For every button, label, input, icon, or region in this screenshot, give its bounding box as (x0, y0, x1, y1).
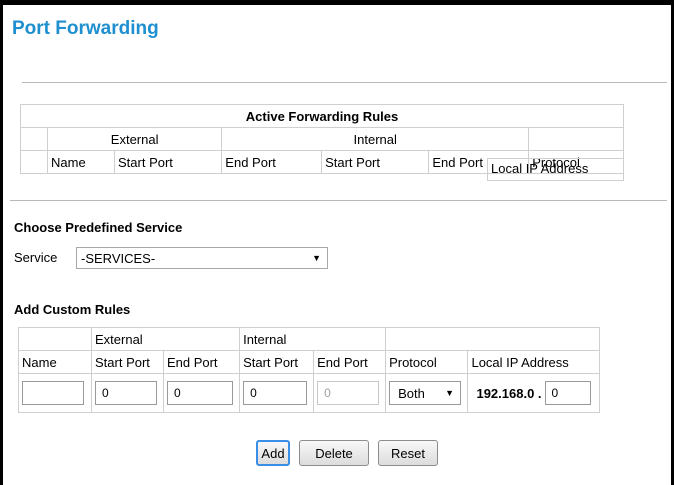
window-top-edge (0, 0, 674, 5)
table-cell: Both ▼ (385, 373, 469, 413)
service-select[interactable]: -SERVICES- ▼ (76, 247, 328, 269)
internal-end-port-input (317, 381, 380, 405)
table-cell (239, 373, 315, 413)
service-label: Service (14, 250, 58, 265)
table-cell (20, 127, 48, 151)
table-cell (313, 373, 387, 413)
ip-prefix: 192.168.0 . (476, 385, 542, 401)
external-group-header: External (90, 327, 241, 351)
table-cell (18, 373, 92, 413)
internal-group-header: Internal (239, 327, 387, 351)
column-header: Protocol (385, 350, 469, 374)
protocol-select[interactable]: Both ▼ (389, 381, 462, 405)
service-selected-value: -SERVICES- (81, 251, 156, 266)
window-left-border (0, 0, 3, 485)
table-cell (528, 127, 624, 151)
external-group-header: External (46, 127, 223, 151)
divider (22, 82, 667, 83)
column-header: Local IP Address (467, 350, 600, 374)
custom-rules-table: External Internal Name Start Port End Po… (18, 327, 600, 413)
custom-section-title: Add Custom Rules (14, 302, 131, 317)
table-cell (162, 373, 241, 413)
protocol-selected-value: Both (398, 386, 425, 401)
table-cell (18, 327, 92, 351)
column-header: Name (18, 350, 92, 374)
column-header: Name (47, 150, 115, 174)
add-button[interactable]: Add (256, 440, 290, 466)
chevron-down-icon: ▼ (445, 388, 455, 398)
table-cell (91, 373, 164, 413)
column-header: End Port (313, 350, 387, 374)
chevron-down-icon: ▼ (312, 253, 321, 263)
table-row: External Internal (20, 127, 624, 151)
column-header: Start Port (321, 150, 430, 174)
table-row: External Internal (18, 327, 600, 351)
table-cell (20, 150, 48, 174)
column-header: Start Port (239, 350, 315, 374)
divider (10, 200, 667, 201)
column-header: Start Port (91, 350, 164, 374)
internal-group-header: Internal (221, 127, 530, 151)
external-start-port-input[interactable] (95, 381, 157, 405)
ip-last-octet-input[interactable] (544, 381, 591, 405)
table-row: Both ▼ 192.168.0 . (18, 373, 600, 413)
column-header: Start Port (113, 150, 223, 174)
column-header: Local IP Address (487, 158, 624, 181)
table-row: Active Forwarding Rules (20, 104, 624, 128)
reset-button[interactable]: Reset (378, 440, 438, 466)
page-title: Port Forwarding (12, 18, 159, 39)
predefined-section-title: Choose Predefined Service (14, 220, 183, 235)
active-rules-title: Active Forwarding Rules (20, 104, 624, 128)
local-ip-field: 192.168.0 . (471, 381, 596, 405)
rule-name-input[interactable] (22, 381, 84, 405)
internal-start-port-input[interactable] (243, 381, 308, 405)
column-header: End Port (221, 150, 323, 174)
table-cell (385, 327, 600, 351)
column-header: End Port (162, 350, 241, 374)
external-end-port-input[interactable] (166, 381, 233, 405)
table-cell: 192.168.0 . (467, 373, 600, 413)
delete-button[interactable]: Delete (299, 440, 369, 466)
table-row: Name Start Port End Port Start Port End … (18, 350, 600, 374)
